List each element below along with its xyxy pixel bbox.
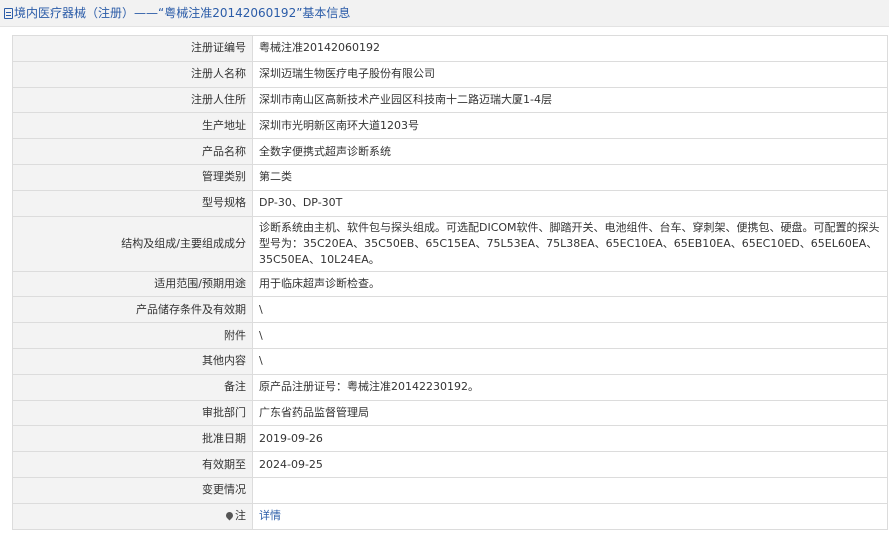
row-value-other: \: [252, 347, 888, 375]
table-row: 批准日期 2019-09-26: [12, 425, 888, 453]
row-value-approval-date: 2019-09-26: [252, 425, 888, 453]
row-label-structure: 结构及组成/主要组成成分: [12, 215, 253, 272]
row-label-other: 其他内容: [12, 347, 253, 375]
table-row: 产品名称 全数字便携式超声诊断系统: [12, 138, 888, 165]
table-row: 生产地址 深圳市光明新区南环大道1203号: [12, 112, 888, 140]
row-value-remark: 原产品注册证号：粤械注准20142230192。: [252, 373, 888, 401]
row-label-changes: 变更情况: [12, 476, 253, 504]
table-row: 其他内容 \: [12, 347, 888, 375]
row-label-note: 注: [12, 502, 253, 530]
table-row: 注 详情: [12, 502, 888, 530]
row-label-remark: 备注: [12, 373, 253, 401]
document-icon: [4, 8, 13, 19]
row-label-storage: 产品储存条件及有效期: [12, 296, 253, 324]
row-label-approval-dept: 审批部门: [12, 399, 253, 427]
row-value-registrant-address: 深圳市南山区高新技术产业园区科技南十二路迈瑞大厦1-4层: [252, 86, 888, 114]
pin-icon: [224, 510, 235, 521]
table-row: 注册证编号 粤械注准20142060192: [12, 35, 888, 62]
table-row: 备注 原产品注册证号：粤械注准20142230192。: [12, 373, 888, 401]
table-row: 附件 \: [12, 322, 888, 349]
row-label-production-address: 生产地址: [12, 112, 253, 140]
row-label-reg-no: 注册证编号: [12, 35, 253, 62]
row-label-valid-until: 有效期至: [12, 451, 253, 478]
row-value-structure: 诊断系统由主机、软件包与探头组成。可选配DICOM软件、脚踏开关、电池组件、台车…: [252, 215, 888, 272]
table-row: 管理类别 第二类: [12, 163, 888, 191]
info-table-container: 注册证编号 粤械注准20142060192 注册人名称 深圳迈瑞生物医疗电子股份…: [12, 35, 888, 530]
table-row: 变更情况: [12, 476, 888, 504]
info-table: 注册证编号 粤械注准20142060192 注册人名称 深圳迈瑞生物医疗电子股份…: [12, 35, 888, 530]
row-label-registrant-address: 注册人住所: [12, 86, 253, 114]
row-label-model: 型号规格: [12, 189, 253, 217]
row-value-approval-dept: 广东省药品监督管理局: [252, 399, 888, 427]
table-row: 适用范围/预期用途 用于临床超声诊断检查。: [12, 270, 888, 298]
table-row: 型号规格 DP-30、DP-30T: [12, 189, 888, 217]
row-value-storage: \: [252, 296, 888, 324]
row-value-note: 详情: [252, 502, 888, 530]
row-value-valid-until: 2024-09-25: [252, 451, 888, 478]
table-row: 注册人名称 深圳迈瑞生物医疗电子股份有限公司: [12, 60, 888, 88]
row-value-product-name: 全数字便携式超声诊断系统: [252, 138, 888, 165]
row-value-changes: [252, 476, 888, 504]
row-label-registrant-name: 注册人名称: [12, 60, 253, 88]
row-label-product-name: 产品名称: [12, 138, 253, 165]
row-label-attachment: 附件: [12, 322, 253, 349]
details-link[interactable]: 详情: [259, 509, 281, 522]
row-value-category: 第二类: [252, 163, 888, 191]
row-value-intended-use: 用于临床超声诊断检查。: [252, 270, 888, 298]
table-row: 有效期至 2024-09-25: [12, 451, 888, 478]
table-row: 产品储存条件及有效期 \: [12, 296, 888, 324]
row-value-registrant-name: 深圳迈瑞生物医疗电子股份有限公司: [252, 60, 888, 88]
row-label-intended-use: 适用范围/预期用途: [12, 270, 253, 298]
row-value-model: DP-30、DP-30T: [252, 189, 888, 217]
page-title: 境内医疗器械（注册）——“粤械注准20142060192”基本信息: [14, 6, 351, 20]
table-row: 审批部门 广东省药品监督管理局: [12, 399, 888, 427]
row-label-approval-date: 批准日期: [12, 425, 253, 453]
row-label-category: 管理类别: [12, 163, 253, 191]
row-value-production-address: 深圳市光明新区南环大道1203号: [252, 112, 888, 140]
note-label-text: 注: [235, 509, 246, 523]
row-value-attachment: \: [252, 322, 888, 349]
row-value-reg-no: 粤械注准20142060192: [252, 35, 888, 62]
table-row: 注册人住所 深圳市南山区高新技术产业园区科技南十二路迈瑞大厦1-4层: [12, 86, 888, 114]
table-row: 结构及组成/主要组成成分 诊断系统由主机、软件包与探头组成。可选配DICOM软件…: [12, 215, 888, 272]
page-title-bar: 境内医疗器械（注册）——“粤械注准20142060192”基本信息: [0, 0, 889, 27]
